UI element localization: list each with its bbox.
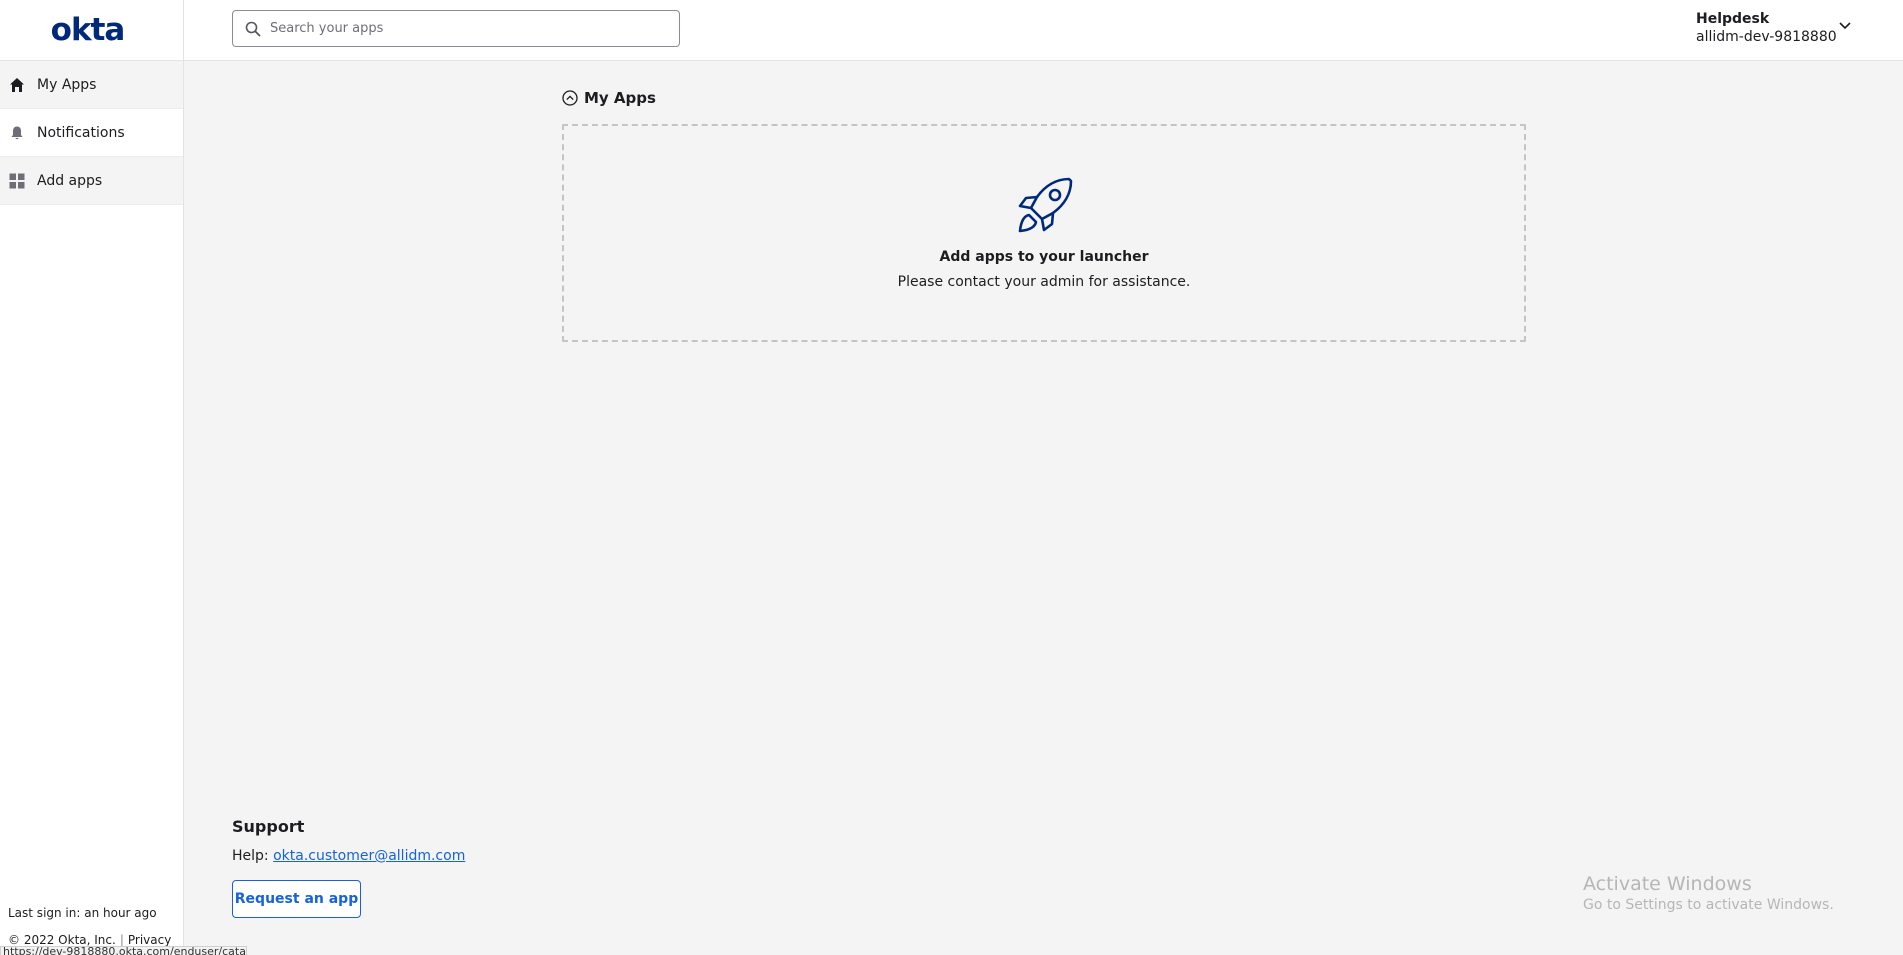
- empty-apps-panel: Add apps to your launcher Please contact…: [562, 124, 1526, 342]
- sidebar-item-notifications[interactable]: Notifications: [0, 109, 183, 157]
- bell-icon: [0, 125, 37, 141]
- sidebar-item-label: My Apps: [37, 76, 97, 93]
- logo-cell: okta: [0, 0, 184, 60]
- copyright-row: © 2022 Okta, Inc. | Privacy: [8, 933, 171, 947]
- search-icon: [245, 21, 261, 36]
- empty-subtitle: Please contact your admin for assistance…: [897, 274, 1191, 290]
- empty-title: Add apps to your launcher: [939, 249, 1149, 265]
- sidebar-item-add-apps[interactable]: Add apps: [0, 157, 183, 205]
- watermark-title: Activate Windows: [1583, 873, 1752, 895]
- copyright-text: © 2022 Okta, Inc.: [8, 933, 116, 947]
- help-email-link[interactable]: okta.customer@allidm.com: [273, 848, 465, 864]
- help-line: Help: okta.customer@allidm.com: [232, 848, 465, 864]
- divider: |: [119, 933, 124, 947]
- help-label: Help:: [232, 848, 269, 864]
- okta-logo[interactable]: okta: [51, 12, 126, 48]
- user-org: allidm-dev-9818880: [1696, 29, 1837, 45]
- watermark-subtitle: Go to Settings to activate Windows.: [1583, 897, 1834, 913]
- chevron-up-circle-icon[interactable]: [562, 90, 578, 106]
- rocket-icon: [1018, 177, 1073, 233]
- chevron-down-icon[interactable]: [1839, 22, 1851, 30]
- support-title: Support: [232, 817, 305, 836]
- user-menu[interactable]: Helpdesk allidm-dev-9818880: [1696, 10, 1856, 50]
- sidebar: My Apps Notifications Add apps Last sign…: [0, 61, 184, 955]
- user-name: Helpdesk: [1696, 11, 1770, 27]
- grid-icon: [0, 173, 37, 189]
- activate-windows-watermark: Activate Windows Go to Settings to activ…: [1583, 873, 1834, 915]
- top-header: okta Helpdesk allidm-dev-9818880: [0, 0, 1903, 61]
- browser-status-url: https://dev-9818880.okta.com/enduser/cat…: [0, 946, 247, 955]
- search-input[interactable]: [270, 21, 650, 36]
- search-box[interactable]: [232, 10, 680, 47]
- my-apps-section-toggle[interactable]: My Apps: [562, 89, 656, 107]
- sidebar-item-label: Notifications: [37, 124, 125, 141]
- home-icon: [0, 77, 37, 93]
- section-title: My Apps: [584, 89, 656, 107]
- request-app-button[interactable]: Request an app: [232, 880, 361, 918]
- privacy-link[interactable]: Privacy: [128, 933, 171, 947]
- sidebar-item-label: Add apps: [37, 172, 103, 189]
- last-signin-text: Last sign in: an hour ago: [8, 906, 157, 920]
- sidebar-item-my-apps[interactable]: My Apps: [0, 61, 183, 109]
